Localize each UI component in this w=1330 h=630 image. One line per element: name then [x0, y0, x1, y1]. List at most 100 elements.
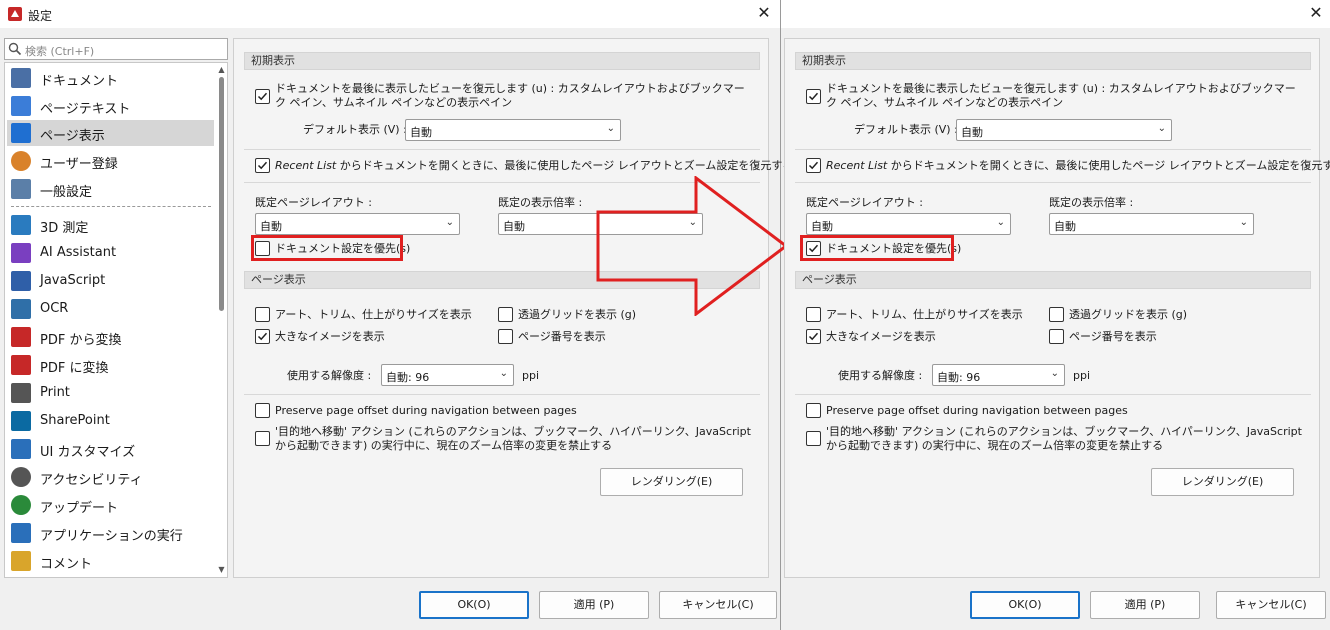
nav-label: ページ表示 [40, 129, 105, 144]
nav-item-sharepoint[interactable]: SharePoint [7, 408, 214, 434]
nav-scrollbar[interactable]: ▲ ▼ [216, 63, 227, 577]
nav-item-document[interactable]: ドキュメント [7, 65, 214, 91]
nav-item-ai-assistant[interactable]: AI Assistant [7, 240, 214, 266]
nav-item-update[interactable]: アップデート [7, 492, 214, 518]
accessibility-icon [11, 467, 31, 487]
default-view-select[interactable]: 自動 ⌄ [956, 119, 1172, 141]
select-value: 自動 [410, 126, 432, 139]
nav-item-user-registration[interactable]: ユーザー登録 [7, 148, 214, 174]
recent-list-checkbox[interactable] [806, 158, 821, 173]
page-layout-select[interactable]: 自動 ⌄ [806, 213, 1011, 235]
apply-button-right[interactable]: 適用 (P) [1090, 591, 1200, 619]
search-input[interactable]: 検索 (Ctrl+F) [4, 38, 228, 60]
scroll-thumb[interactable] [219, 77, 224, 311]
nav-item-run-application[interactable]: アプリケーションの実行 [7, 520, 214, 546]
cancel-button-right[interactable]: キャンセル(C) [1216, 591, 1326, 619]
3d-measure-icon [11, 215, 31, 235]
preserve-offset-checkbox[interactable] [255, 403, 270, 418]
nav-separator [11, 206, 211, 207]
page-numbers-checkbox[interactable] [498, 329, 513, 344]
separator [795, 182, 1311, 183]
nav-item-accessibility[interactable]: アクセシビリティ [7, 464, 214, 490]
page-layout-select[interactable]: 自動 ⌄ [255, 213, 460, 235]
recent-list-label: Recent List からドキュメントを開くときに、最後に使用したページ レイ… [826, 159, 1330, 173]
checkmark-icon [257, 161, 268, 170]
ppi-label: ppi [522, 369, 540, 382]
page-numbers-label: ページ番号を表示 [1069, 330, 1157, 343]
restore-view-checkbox[interactable] [806, 89, 821, 104]
ocr-icon [11, 299, 31, 319]
zoom-label: 既定の表示倍率 : [498, 196, 583, 209]
cancel-button-left[interactable]: キャンセル(C) [659, 591, 777, 619]
close-button-right[interactable]: ✕ [1306, 3, 1326, 23]
transparency-grid-label: 透過グリッドを表示 (g) [1069, 308, 1188, 321]
art-trim-checkbox[interactable] [255, 307, 270, 322]
goto-action-checkbox[interactable] [255, 431, 270, 446]
group-header-initial: 初期表示 [795, 52, 1311, 70]
user-icon [11, 151, 31, 171]
title-bar: 設定 ✕ ✕ [0, 0, 1330, 28]
nav-item-page-text[interactable]: ページテキスト [7, 93, 214, 119]
resolution-select[interactable]: 自動: 96 ⌄ [932, 364, 1065, 386]
nav-label: ユーザー登録 [40, 157, 118, 172]
select-value: 自動: 96 [937, 371, 981, 384]
rendering-button[interactable]: レンダリング(E) [600, 468, 743, 496]
nav-item-3d-measure[interactable]: 3D 測定 [7, 212, 214, 238]
close-button-left[interactable]: ✕ [754, 3, 774, 23]
rendering-button[interactable]: レンダリング(E) [1151, 468, 1294, 496]
scroll-down-icon[interactable]: ▼ [217, 565, 226, 575]
recent-list-checkbox[interactable] [255, 158, 270, 173]
large-images-checkbox[interactable] [255, 329, 270, 344]
restore-view-label: ドキュメントを最後に表示したビューを復元します (u) : カスタムレイアウトお… [826, 82, 1296, 109]
group-header-initial: 初期表示 [244, 52, 760, 70]
art-trim-label: アート、トリム、仕上がりサイズを表示 [826, 308, 1023, 321]
nav-item-print[interactable]: Print [7, 380, 214, 406]
nav-label: ドキュメント [40, 74, 119, 89]
transparency-grid-checkbox[interactable] [498, 307, 513, 322]
nav-item-pdf-to[interactable]: PDF に変換 [7, 352, 214, 378]
page-view-icon [11, 123, 31, 143]
checkmark-icon [808, 161, 819, 170]
goto-action-label: '目的地へ移動' アクション (これらのアクションは、ブックマーク、ハイパーリン… [826, 425, 1302, 452]
default-view-select[interactable]: 自動 ⌄ [405, 119, 621, 141]
javascript-icon [11, 271, 31, 291]
preserve-offset-checkbox[interactable] [806, 403, 821, 418]
apply-button-left[interactable]: 適用 (P) [539, 591, 649, 619]
update-icon [11, 495, 31, 515]
chevron-down-icon: ⌄ [996, 217, 1005, 228]
nav-item-javascript[interactable]: JavaScript [7, 268, 214, 294]
ok-button-right[interactable]: OK(O) [970, 591, 1080, 619]
checkmark-icon [257, 332, 268, 341]
art-trim-checkbox[interactable] [806, 307, 821, 322]
nav-label: アクセシビリティ [40, 473, 143, 488]
nav-item-comment[interactable]: コメント [7, 548, 214, 574]
goto-action-checkbox[interactable] [806, 431, 821, 446]
select-value: 自動 [961, 126, 983, 139]
zoom-select[interactable]: 自動 ⌄ [1049, 213, 1254, 235]
pdf-to-icon [11, 355, 31, 375]
recent-list-emphasis: Recent List [275, 159, 337, 172]
window-title: 設定 [28, 9, 53, 23]
large-images-checkbox[interactable] [806, 329, 821, 344]
separator [244, 394, 760, 395]
resolution-select[interactable]: 自動: 96 ⌄ [381, 364, 514, 386]
nav-label: PDF に変換 [40, 361, 109, 376]
nav-label: 一般設定 [40, 185, 93, 200]
checkmark-icon [808, 92, 819, 101]
recent-list-text: からドキュメントを開くときに、最後に使用したページ レイアウトとズーム設定を復元… [887, 159, 1330, 172]
search-placeholder: 検索 (Ctrl+F) [25, 45, 95, 58]
nav-item-ui-customize[interactable]: UI カスタマイズ [7, 436, 214, 462]
nav-item-pdf-from[interactable]: PDF から変換 [7, 324, 214, 350]
ok-button-left[interactable]: OK(O) [419, 591, 529, 619]
app-logo-icon [8, 7, 22, 21]
nav-item-ocr[interactable]: OCR [7, 296, 214, 322]
page-numbers-checkbox[interactable] [1049, 329, 1064, 344]
nav-item-page-view[interactable]: ページ表示 [7, 120, 214, 146]
sharepoint-icon [11, 411, 31, 431]
default-view-label: デフォルト表示 (V) : [303, 123, 407, 136]
transparency-grid-checkbox[interactable] [1049, 307, 1064, 322]
restore-view-checkbox[interactable] [255, 89, 270, 104]
nav-item-general-settings[interactable]: 一般設定 [7, 176, 214, 202]
nav-label: 3D 測定 [40, 221, 89, 236]
scroll-up-icon[interactable]: ▲ [217, 65, 226, 75]
